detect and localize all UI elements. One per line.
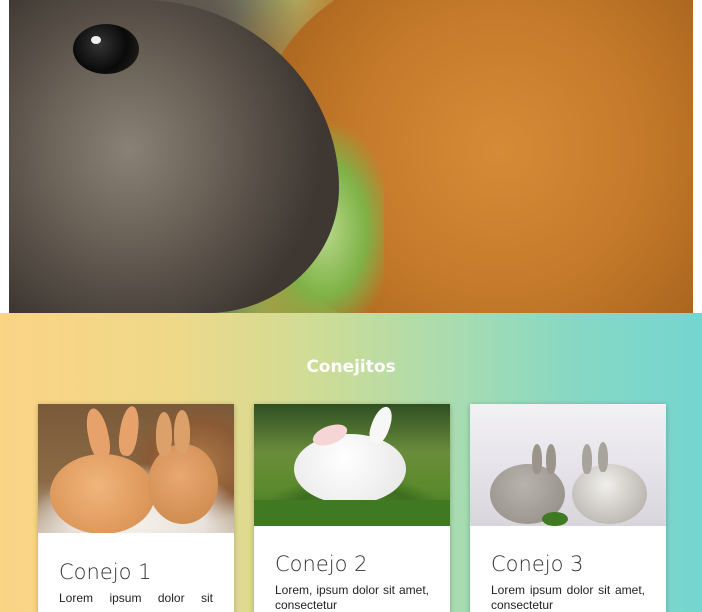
conejitos-section: Conejitos Conejo 1 Lorem ipsum dolor sit…	[0, 313, 702, 612]
card-title: Conejo 1	[59, 560, 152, 584]
card-text: Lorem ipsum dolor sit amet, consectetur	[491, 583, 645, 612]
card-conejo-1[interactable]: Conejo 1 Lorem ipsum dolor sit	[38, 404, 234, 612]
card-image	[254, 404, 450, 526]
card-conejo-3[interactable]: Conejo 3 Lorem ipsum dolor sit amet, con…	[470, 404, 666, 612]
card-image	[38, 404, 234, 533]
hero-image	[9, 0, 693, 313]
card-image	[470, 404, 666, 526]
card-title: Conejo 3	[491, 552, 584, 576]
card-text: Lorem, ipsum dolor sit amet, consectetur	[275, 583, 429, 612]
bunny-eye	[73, 24, 139, 74]
card-title: Conejo 2	[275, 552, 368, 576]
card-text: Lorem ipsum dolor sit	[59, 591, 213, 605]
section-title: Conejitos	[306, 357, 396, 377]
card-conejo-2[interactable]: Conejo 2 Lorem, ipsum dolor sit amet, co…	[254, 404, 450, 612]
